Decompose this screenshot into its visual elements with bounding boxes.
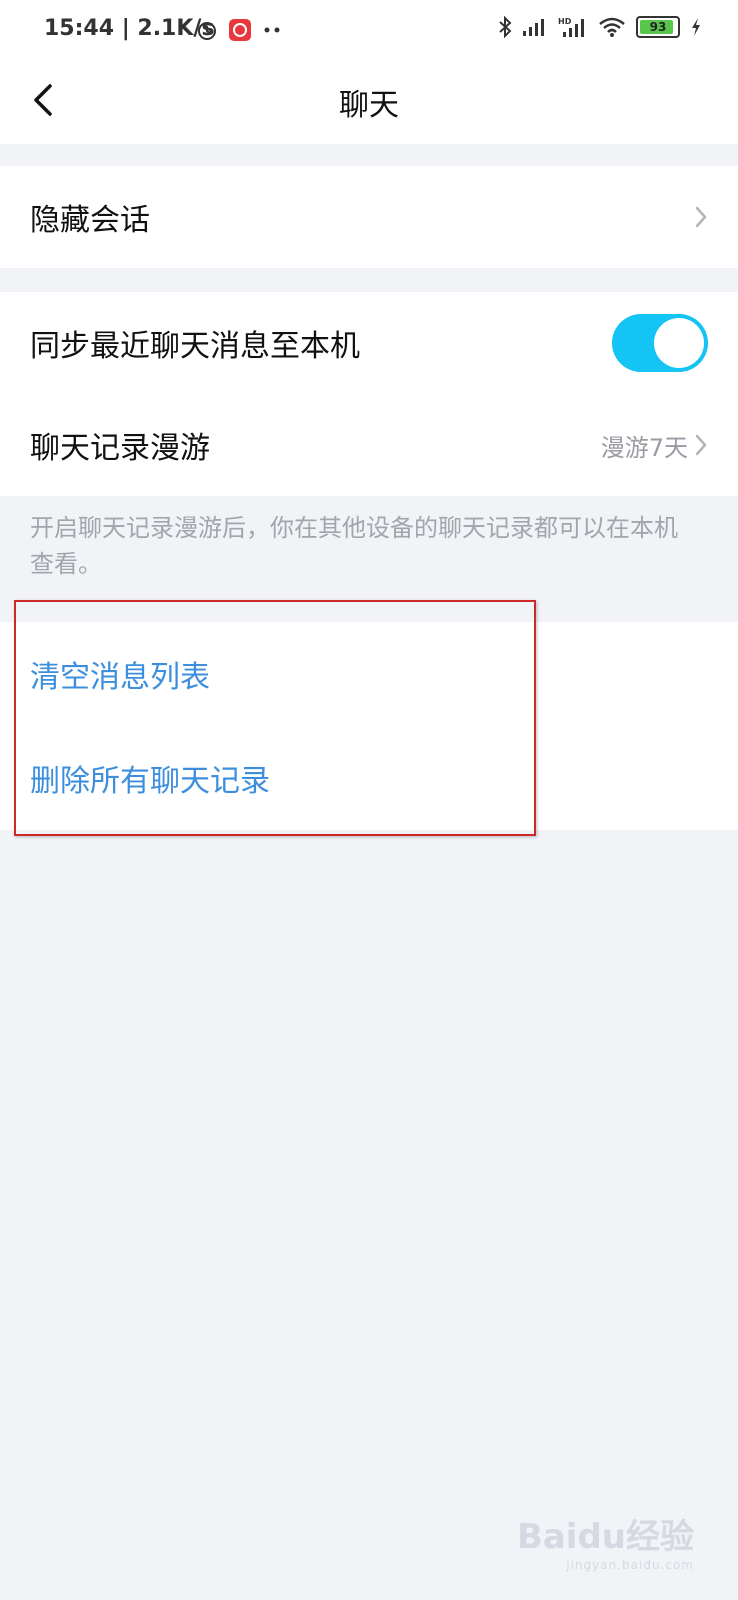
bluetooth-icon <box>499 16 512 38</box>
chevron-right-icon <box>695 206 707 228</box>
battery-icon: 93 <box>636 16 680 38</box>
wifi-icon <box>599 17 625 37</box>
hidden-chats-row[interactable]: 隐藏会话 <box>0 166 738 268</box>
watermark-logo: Baidu经验 jingyan.baidu.com <box>517 1509 694 1572</box>
toggle-knob <box>654 318 704 368</box>
chevron-right-icon <box>695 434 707 456</box>
sync-messages-label: 同步最近聊天消息至本机 <box>30 329 360 364</box>
svg-text:HD: HD <box>558 17 572 26</box>
watermark-brand: Baidu经验 <box>516 1517 694 1557</box>
settings-group-hidden: 隐藏会话 <box>0 166 738 268</box>
chat-roaming-row[interactable]: 聊天记录漫游 漫游7天 <box>0 394 738 496</box>
roaming-note: 开启聊天记录漫游后，你在其他设备的聊天记录都可以在本机查看。 <box>30 514 678 578</box>
signal-icon <box>523 19 544 36</box>
status-time: 15:44 | 2.1K/s <box>44 16 215 41</box>
delete-all-chat-history-button[interactable]: 删除所有聊天记录 <box>0 726 738 830</box>
nav-header: 聊天 <box>0 62 738 144</box>
page-title: 聊天 <box>339 88 399 123</box>
settings-group-actions: 清空消息列表 删除所有聊天记录 <box>0 622 738 830</box>
sync-messages-toggle[interactable] <box>612 314 708 372</box>
row-right <box>694 205 708 229</box>
status-icons-right: HD 93 <box>498 16 702 38</box>
battery-level: 93 <box>649 20 667 34</box>
sync-messages-row: 同步最近聊天消息至本机 <box>0 292 738 394</box>
clear-message-list-button[interactable]: 清空消息列表 <box>0 622 738 726</box>
app-notification-icon <box>229 19 251 41</box>
hd-signal-icon: HD <box>558 17 584 37</box>
watermark-url: jingyan.baidu.com <box>566 1558 694 1572</box>
status-bar: 15:44 | 2.1K/s HD 93 <box>0 0 738 62</box>
chat-roaming-label: 聊天记录漫游 <box>30 431 210 466</box>
settings-group-sync: 同步最近聊天消息至本机 聊天记录漫游 漫游7天 <box>0 292 738 496</box>
charging-icon <box>692 18 700 36</box>
hidden-chats-label: 隐藏会话 <box>30 203 150 238</box>
chat-roaming-value: 漫游7天 <box>600 433 688 462</box>
more-dots-icon <box>264 27 280 33</box>
alarm-icon <box>198 22 216 40</box>
row-right: 漫游7天 <box>601 428 708 463</box>
status-icons-left <box>196 18 282 42</box>
